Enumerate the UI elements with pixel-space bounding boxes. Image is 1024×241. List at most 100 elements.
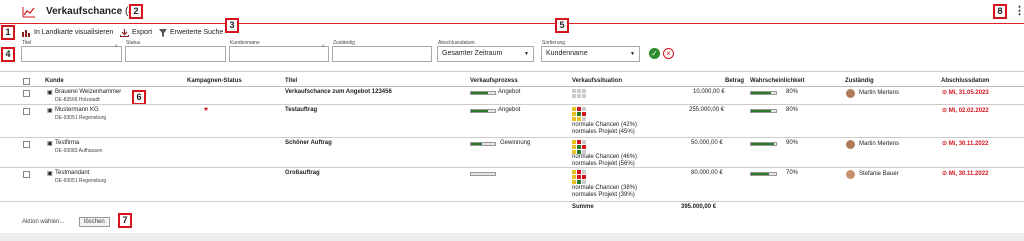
row-titel[interactable]: Testauftrag <box>285 107 317 113</box>
page-title-text: Verkaufschance <box>46 6 123 17</box>
row-kunde[interactable]: Mustermann KG <box>55 107 99 113</box>
page-title: Verkaufschance (4) <box>46 6 137 17</box>
process-progress-bar <box>470 142 496 146</box>
export-button[interactable]: Export <box>120 27 152 38</box>
row-datum: ⊙ Mi, 30.11.2022 <box>942 170 988 177</box>
map-visualize-label: In Landkarte visualisieren <box>34 29 114 36</box>
kebab-menu-icon[interactable]: ⋮ <box>1014 6 1024 17</box>
clear-icon[interactable]: × <box>114 44 118 50</box>
row-ort: DE-93051 Regensburg <box>55 178 107 184</box>
filter-sort-value: Kundenname <box>546 50 588 57</box>
row-zustaendig: Martin Mertens <box>859 90 900 96</box>
filter-datum-select[interactable]: Gesamter Zeitraum ▼ <box>437 46 534 62</box>
row-titel[interactable]: Großauftrag <box>285 170 320 176</box>
callout-2: 2 <box>129 4 143 19</box>
row-projekt: normales Projekt (45%) <box>572 129 635 135</box>
table-row[interactable]: ▣ Brauerei Weizenhammer DE-83566 Holzsta… <box>0 88 1024 105</box>
delete-button[interactable]: löschen <box>79 217 110 227</box>
filter-status-input[interactable] <box>125 46 226 62</box>
building-icon: ▣ <box>47 171 53 177</box>
avatar <box>846 140 855 149</box>
row-kunde[interactable]: Brauerei Weizenhammer <box>55 89 121 95</box>
row-zustaendig: Martin Mertens <box>859 141 900 147</box>
reset-filter-icon[interactable]: × <box>663 48 674 59</box>
row-checkbox[interactable] <box>23 90 30 97</box>
probability-bar <box>750 91 777 95</box>
line-chart-icon <box>22 7 35 18</box>
filter-titel-input[interactable]: × <box>21 44 122 62</box>
row-wahrscheinlichkeit: 80% <box>786 107 799 113</box>
col-datum[interactable]: Abschlussdatum <box>941 78 989 84</box>
map-visualize-button[interactable]: In Landkarte visualisieren <box>22 27 113 38</box>
col-kampagne[interactable]: Kampagnen-Status <box>187 78 242 84</box>
table-row[interactable]: ▣ Mustermann KG DE-93051 Regensburg * Te… <box>0 106 1024 138</box>
process-progress-bar <box>470 172 496 176</box>
bottom-band <box>0 233 1024 241</box>
row-checkbox[interactable] <box>23 171 30 178</box>
row-datum: ⊙ Mi, 02.02.2022 <box>942 107 989 114</box>
row-wahrscheinlichkeit: 80% <box>786 89 799 95</box>
row-datum: ⊙ Mi, 31.05.2023 <box>942 89 989 96</box>
filter-sort-select[interactable]: Kundenname ▼ <box>541 46 640 62</box>
situation-matrix-icon <box>572 170 586 184</box>
row-wahrscheinlichkeit: 90% <box>786 140 799 146</box>
clear-icon[interactable]: × <box>321 44 325 50</box>
filter-zustaendig-input[interactable] <box>332 46 432 62</box>
apply-filter-icon[interactable]: ✓ <box>649 48 660 59</box>
summary-label: Summe <box>572 204 594 210</box>
filter-kunde-input[interactable]: × <box>229 44 329 62</box>
row-prozess: Angebot <box>498 89 521 95</box>
export-label: Export <box>132 29 153 36</box>
select-all-checkbox[interactable] <box>23 78 30 85</box>
clock-icon: ⊙ <box>942 141 948 147</box>
probability-bar <box>750 172 777 176</box>
row-wahrscheinlichkeit: 70% <box>786 170 799 176</box>
row-ort: DE-83566 Holzstadt <box>55 97 100 103</box>
probability-bar <box>750 109 777 113</box>
col-titel[interactable]: Titel <box>285 78 297 84</box>
row-checkbox[interactable] <box>23 108 30 115</box>
row-datum-text: Mi, 31.05.2023 <box>948 90 989 96</box>
row-kunde[interactable]: Testmandant <box>55 170 89 176</box>
situation-matrix-icon <box>572 140 586 154</box>
toolbar: In Landkarte visualisieren Export Erweit… <box>0 24 1024 40</box>
situation-matrix-icon <box>572 89 586 98</box>
summary-row: Summe 395.000,00 € <box>0 203 1024 213</box>
title-bar: Verkaufschance (4) ⋮ <box>0 0 1024 24</box>
summary-value: 395.000,00 € <box>681 204 717 210</box>
row-checkbox[interactable] <box>23 141 30 148</box>
row-prozess: Gewinnung <box>500 140 531 146</box>
col-kunde[interactable]: Kunde <box>45 78 64 84</box>
probability-bar <box>750 142 777 146</box>
process-progress-bar <box>470 109 496 113</box>
col-zustaendig[interactable]: Zuständig <box>845 78 874 84</box>
situation-matrix-icon <box>572 107 586 121</box>
clock-icon: ⊙ <box>942 90 948 96</box>
table-row[interactable]: ▣ Testfirma DE-93083 Aufhausen Schöner A… <box>0 139 1024 168</box>
row-titel[interactable]: Verkaufschance zum Angebot 123456 <box>285 89 392 95</box>
process-progress-bar <box>470 91 496 95</box>
table-row[interactable]: ▣ Testmandant DE-93051 Regensburg Großau… <box>0 169 1024 202</box>
avatar <box>846 89 855 98</box>
action-select[interactable]: Aktion wählen... <box>22 219 64 225</box>
row-betrag: 10.000,00 € <box>693 89 725 95</box>
building-icon: ▣ <box>47 108 53 114</box>
filter-datum-value: Gesamter Zeitraum <box>442 50 503 57</box>
download-icon <box>120 28 129 37</box>
col-betrag[interactable]: Betrag <box>725 78 744 84</box>
row-ort: DE-93051 Regensburg <box>55 115 107 121</box>
row-datum-text: Mi, 02.02.2022 <box>948 108 989 114</box>
row-datum-text: Mi, 30.11.2022 <box>948 141 989 147</box>
row-projekt: normales Projekt (39%) <box>572 192 635 198</box>
row-chancen: normale Chancen (38%) <box>572 185 638 191</box>
advanced-search-button[interactable]: Erweiterte Suche <box>159 27 223 38</box>
row-projekt: normales Projekt (56%) <box>572 161 635 167</box>
advanced-search-label: Erweiterte Suche <box>170 29 224 36</box>
row-chancen: normale Chancen (46%) <box>572 154 638 160</box>
col-situation[interactable]: Verkaufssituation <box>572 78 622 84</box>
col-prozess[interactable]: Verkaufsprozess <box>470 78 518 84</box>
row-titel[interactable]: Schöner Auftrag <box>285 140 332 146</box>
bar-chart-icon <box>22 29 30 37</box>
col-wahrscheinlichkeit[interactable]: Wahrscheinlichkeit <box>750 78 804 84</box>
row-kunde[interactable]: Testfirma <box>55 140 79 146</box>
